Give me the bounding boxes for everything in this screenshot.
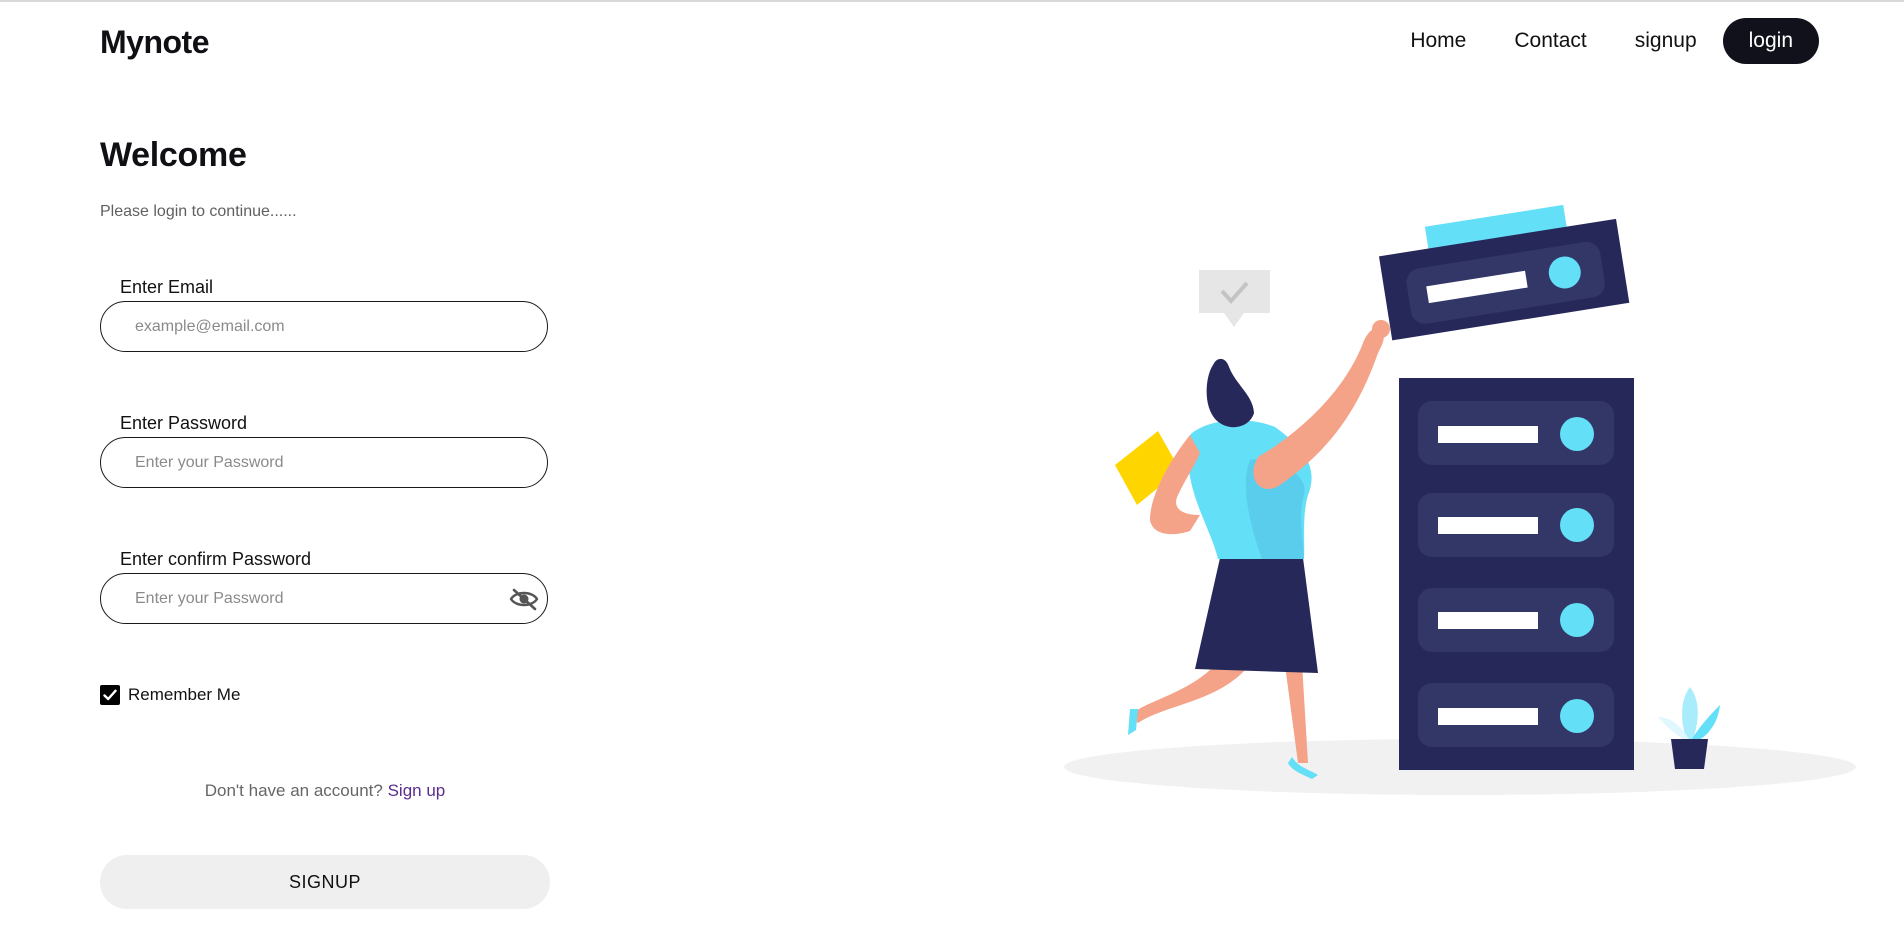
speech-bubble <box>1199 270 1270 327</box>
email-label: Enter Email <box>120 277 214 297</box>
lifted-server-unit <box>1378 204 1630 341</box>
remember-me-checkbox[interactable] <box>100 685 120 705</box>
email-field-container <box>100 301 548 352</box>
server-rack <box>1399 378 1634 770</box>
account-prompt-text: Don't have an account? <box>204 781 383 800</box>
nav-home-link[interactable]: Home <box>1386 19 1490 63</box>
signup-button[interactable]: SIGNUP <box>100 855 550 909</box>
nav-signup-link[interactable]: signup <box>1611 19 1721 63</box>
email-field[interactable] <box>133 316 497 337</box>
server-illustration <box>1064 204 1856 795</box>
account-prompt: Don't have an account? Sign up <box>100 781 550 801</box>
page-title: Welcome <box>100 136 247 174</box>
top-border <box>0 0 1904 2</box>
server-unit <box>1418 588 1614 652</box>
remember-me-label: Remember Me <box>128 685 241 704</box>
top-nav: Home Contact signup login <box>1386 18 1819 64</box>
server-unit <box>1418 683 1614 747</box>
password-label: Enter Password <box>120 413 248 433</box>
checkmark-icon <box>103 689 117 701</box>
page-subtitle: Please login to continue...... <box>100 203 297 220</box>
woman-figure <box>1115 320 1390 779</box>
remember-me-row: Remember Me <box>100 685 240 705</box>
nav-login-button[interactable]: login <box>1722 18 1819 64</box>
confirm-password-label: Enter confirm Password <box>120 549 312 569</box>
eye-slash-icon[interactable] <box>509 586 539 612</box>
signup-link[interactable]: Sign up <box>388 781 446 800</box>
confirm-password-field-container <box>100 573 548 624</box>
password-field[interactable] <box>133 452 497 473</box>
server-unit <box>1418 401 1614 465</box>
confirm-password-field[interactable] <box>133 588 497 609</box>
brand-logo[interactable]: Mynote <box>100 24 210 61</box>
nav-contact-link[interactable]: Contact <box>1490 19 1610 63</box>
password-field-container <box>100 437 548 488</box>
server-unit <box>1418 493 1614 557</box>
